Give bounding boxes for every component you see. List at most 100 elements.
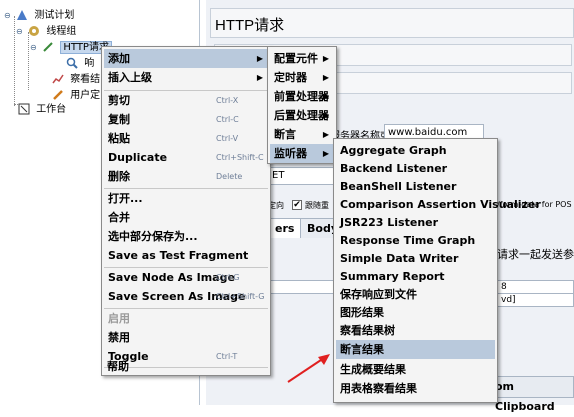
menu-shortcut: Ctrl+Shift-G [216, 292, 265, 301]
menu-item-copy[interactable]: 复制 Ctrl-C [104, 110, 268, 129]
menu-item-open[interactable]: 打开... [104, 189, 268, 208]
menu-item-label: 保存响应到文件 [340, 288, 417, 301]
menu-item-label: 禁用 [108, 331, 130, 344]
menu-item-timer[interactable]: 定时器 ▶ [270, 68, 334, 87]
menu-item-summary-report[interactable]: Summary Report [336, 267, 495, 286]
menu-item-label: 配置元件 [274, 52, 318, 65]
menu-item-label: 用表格察看结果 [340, 382, 417, 395]
submenu-arrow-icon: ▶ [256, 54, 263, 63]
test-plan-icon [17, 10, 28, 20]
keepalive-label: 跟随重 [305, 201, 329, 210]
menu-item-merge[interactable]: 合并 [104, 208, 268, 227]
tree-node-label: 响 [84, 58, 95, 69]
menu-item-label: 前置处理器 [274, 90, 329, 103]
menu-item-listener[interactable]: 监听器 ▶ [270, 144, 334, 163]
tree-node-test-plan[interactable]: ⊖ 测试计划 [4, 8, 74, 24]
menu-item-label: JSR223 Listener [340, 216, 439, 229]
magnifier-icon [66, 57, 78, 69]
menu-item-delete[interactable]: 删除 Delete [104, 167, 268, 186]
menu-item-cut[interactable]: 剪切 Ctrl-X [104, 91, 268, 110]
submenu-arrow-icon: ▶ [322, 130, 329, 139]
menu-item-save-responses[interactable]: 保存响应到文件 [336, 285, 495, 304]
menu-item-label: 剪切 [108, 94, 130, 107]
menu-item-config-element[interactable]: 配置元件 ▶ [270, 49, 334, 68]
menu-item-jsr223-listener[interactable]: JSR223 Listener [336, 213, 495, 232]
menu-item-label: 添加 [108, 52, 130, 65]
menu-item-label: 断言结果 [340, 343, 384, 356]
table-cell-value[interactable]: 8 [497, 280, 574, 294]
menu-item-assertion-results[interactable]: 断言结果 [336, 340, 495, 359]
menu-item-beanshell-listener[interactable]: BeanShell Listener [336, 177, 495, 196]
expand-icon[interactable]: ⊖ [16, 24, 24, 40]
menu-item-view-results-table[interactable]: 用表格察看结果 [336, 379, 495, 398]
send-params-label: 请求一起发送参数 [497, 248, 574, 261]
menu-item-duplicate[interactable]: Duplicate Ctrl+Shift-C [104, 148, 268, 167]
tree-node-thread-group[interactable]: ⊖ 线程组 [16, 24, 76, 40]
menu-item-add[interactable]: 添加 ▶ [104, 49, 268, 68]
page-title: HTTP请求 [215, 17, 285, 34]
submenu-arrow-icon: ▶ [322, 73, 329, 82]
menu-shortcut: Ctrl-C [216, 115, 239, 124]
menu-item-aggregate-graph[interactable]: Aggregate Graph [336, 141, 495, 160]
menu-item-label: 后置处理器 [274, 109, 329, 122]
chart-icon [52, 74, 64, 84]
menu-item-disable[interactable]: 禁用 [104, 328, 268, 347]
tree-node-response[interactable]: 响 [66, 56, 94, 72]
tree-node-view-results[interactable]: 察看结 [52, 72, 100, 88]
listener-submenu: Aggregate Graph Backend Listener BeanShe… [333, 138, 541, 403]
menu-item-label: 打开... [108, 192, 143, 205]
menu-shortcut: Ctrl-V [216, 134, 239, 143]
menu-item-save-test-fragment[interactable]: Save as Test Fragment [104, 246, 268, 265]
menu-item-view-results-tree[interactable]: 察看结果树 [336, 321, 495, 340]
tree-node-workbench[interactable]: 工作台 [18, 102, 66, 118]
submenu-arrow-icon: ▶ [322, 111, 329, 120]
expand-icon[interactable]: ⊖ [4, 8, 12, 24]
menu-item-label: 插入上级 [108, 71, 152, 84]
context-menu: 添加 ▶ 插入上级 ▶ 剪切 Ctrl-X 复制 Ctrl-C 粘贴 Ctrl-V Dup… [101, 46, 271, 376]
menu-item-label: 合并 [108, 211, 130, 224]
menu-item-save-node-image[interactable]: Save Node As Image Ctrl-G [104, 268, 268, 287]
menu-item-pre-processor[interactable]: 前置处理器 ▶ [270, 87, 334, 106]
menu-item-post-processor[interactable]: 后置处理器 ▶ [270, 106, 334, 125]
menu-item-graph-results[interactable]: 图形结果 [336, 303, 495, 322]
menu-item-label: 删除 [108, 170, 130, 183]
menu-item-label: Summary Report [340, 270, 445, 283]
add-from-clipboard-button[interactable]: om Clipboard [488, 376, 574, 413]
tree-node-label: 测试计划 [34, 10, 75, 21]
menu-item-label: 生成概要结果 [340, 363, 406, 376]
menu-item-response-time-graph[interactable]: Response Time Graph [336, 231, 495, 250]
menu-shortcut: Ctrl-G [216, 273, 240, 282]
submenu-arrow-icon: ▶ [322, 92, 329, 101]
menu-item-paste[interactable]: 粘贴 Ctrl-V [104, 129, 268, 148]
menu-item-generate-summary[interactable]: 生成概要结果 [336, 360, 495, 379]
menu-item-comparison-assertion[interactable]: Comparison Assertion Visualizer [336, 195, 541, 214]
menu-item-backend-listener[interactable]: Backend Listener [336, 159, 495, 178]
expand-icon[interactable]: ⊖ [30, 40, 38, 56]
menu-item-label: Duplicate [108, 151, 168, 164]
menu-item-label: Response Time Graph [340, 234, 476, 247]
red-arrow-annotation-icon [287, 354, 330, 383]
menu-item-label: Simple Data Writer [340, 252, 459, 265]
menu-item-label: Save as Test Fragment [108, 249, 249, 262]
menu-item-simple-data-writer[interactable]: Simple Data Writer [336, 249, 495, 268]
tab-parameters[interactable]: ers [268, 218, 302, 238]
submenu-arrow-icon: ▶ [322, 54, 329, 63]
tree-node-http-request[interactable]: ⊖ HTTP请求 [30, 40, 112, 56]
tree-node-label: 工作台 [36, 104, 67, 115]
menu-item-save-selection[interactable]: 选中部分保存为... [104, 227, 268, 246]
menu-item-label: BeanShell Listener [340, 180, 457, 193]
menu-item-label: 监听器 [274, 147, 307, 160]
tree-node-label: 用户定 [70, 90, 101, 101]
menu-item-label: 定时器 [274, 71, 307, 84]
menu-item-insert-parent[interactable]: 插入上级 ▶ [104, 68, 268, 87]
submenu-arrow-icon: ▶ [322, 149, 329, 158]
menu-item-save-screen-image[interactable]: Save Screen As Image Ctrl+Shift-G [104, 287, 268, 306]
menu-item-assertion[interactable]: 断言 ▶ [270, 125, 334, 144]
menu-shortcut: Ctrl-X [216, 96, 239, 105]
wrench-icon [53, 90, 63, 100]
submenu-arrow-icon: ▶ [256, 73, 263, 82]
menu-item-label: 复制 [108, 113, 130, 126]
follow-redirects-checkbox[interactable]: ✔ [292, 200, 302, 210]
table-cell-value[interactable]: vd] [497, 293, 574, 307]
menu-item-help[interactable]: 帮助 [103, 358, 269, 375]
